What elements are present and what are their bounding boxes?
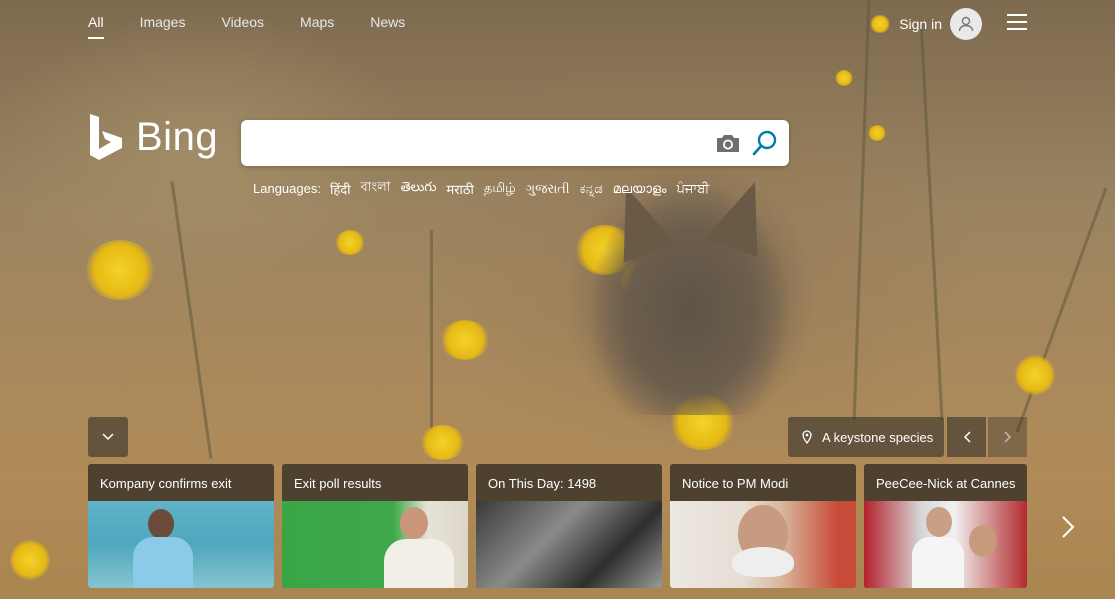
nav-all[interactable]: All — [88, 14, 104, 39]
news-card[interactable]: PeeCee-Nick at Cannes — [864, 464, 1027, 588]
next-image-button[interactable] — [988, 417, 1027, 457]
news-card-image — [476, 501, 662, 588]
news-card-image — [864, 501, 1027, 588]
language-link[interactable]: தமிழ் — [484, 180, 516, 197]
account-area[interactable]: Sign in — [899, 8, 982, 40]
camera-icon[interactable] — [715, 132, 741, 154]
language-link[interactable]: ਪੰਜਾਬੀ — [677, 181, 710, 197]
nav-videos[interactable]: Videos — [221, 14, 264, 39]
news-card-title: PeeCee-Nick at Cannes — [876, 476, 1016, 491]
nav-maps[interactable]: Maps — [300, 14, 334, 39]
sign-in-link[interactable]: Sign in — [899, 16, 942, 32]
language-link[interactable]: मराठी — [446, 180, 473, 198]
map-pin-icon — [802, 430, 812, 444]
language-link[interactable]: తెలుగు — [401, 179, 437, 198]
previous-image-button[interactable] — [947, 417, 986, 457]
bing-logo[interactable]: Bing — [88, 112, 218, 162]
news-carousel: Kompany confirms exit Exit poll results … — [88, 464, 1027, 588]
languages-bar: Languages: हिंदी বাংলা తెలుగు मराठी தமிழ… — [253, 178, 719, 199]
news-card-title: Kompany confirms exit — [100, 476, 232, 491]
search-box[interactable] — [241, 120, 789, 166]
news-card-image — [88, 501, 274, 588]
magnifier-icon[interactable] — [751, 129, 779, 157]
language-link[interactable]: ಕನ್ನಡ — [580, 181, 603, 197]
language-link[interactable]: हिंदी — [330, 180, 351, 198]
news-card-title: On This Day: 1498 — [488, 476, 597, 491]
news-card[interactable]: Exit poll results — [282, 464, 468, 588]
grass-stalk — [1015, 187, 1108, 433]
person-icon[interactable] — [950, 8, 982, 40]
chevron-down-icon — [102, 433, 114, 441]
hamburger-menu-icon[interactable] — [1007, 14, 1027, 30]
image-info-button[interactable]: A keystone species — [788, 417, 944, 457]
grass-stalk — [852, 0, 871, 420]
chevron-right-icon[interactable] — [1058, 513, 1078, 541]
expand-button[interactable] — [88, 417, 128, 457]
news-card-image — [282, 501, 468, 588]
grass-stalk — [170, 181, 213, 459]
news-card[interactable]: Notice to PM Modi — [670, 464, 856, 588]
news-card[interactable]: On This Day: 1498 — [476, 464, 662, 588]
flower — [335, 230, 365, 255]
flower — [85, 240, 155, 300]
fox — [590, 172, 790, 415]
bing-b-icon — [90, 114, 122, 160]
language-link[interactable]: ગુજરાતી — [526, 181, 570, 197]
language-link[interactable]: বাংলা — [361, 178, 391, 199]
logo-text: Bing — [136, 114, 219, 159]
grass-stalk — [430, 230, 433, 430]
grass-stalk — [919, 20, 944, 420]
nav-images[interactable]: Images — [140, 14, 186, 39]
language-link[interactable]: മലയാളം — [613, 181, 667, 197]
image-caption: A keystone species — [822, 429, 934, 445]
news-card-title: Exit poll results — [294, 476, 382, 491]
top-nav: All Images Videos Maps News — [88, 14, 441, 39]
flower — [420, 425, 465, 460]
nav-news[interactable]: News — [370, 14, 405, 39]
news-card-image — [670, 501, 856, 588]
flower — [868, 125, 886, 141]
chevron-right-icon — [1003, 431, 1011, 443]
flower — [10, 540, 50, 580]
search-input[interactable] — [255, 128, 699, 160]
languages-label: Languages: — [253, 181, 321, 196]
chevron-left-icon — [963, 431, 971, 443]
flower — [440, 320, 490, 360]
news-card-title: Notice to PM Modi — [682, 476, 789, 491]
flower — [835, 70, 853, 86]
news-card[interactable]: Kompany confirms exit — [88, 464, 274, 588]
flower — [1015, 355, 1055, 395]
flower — [870, 15, 890, 33]
